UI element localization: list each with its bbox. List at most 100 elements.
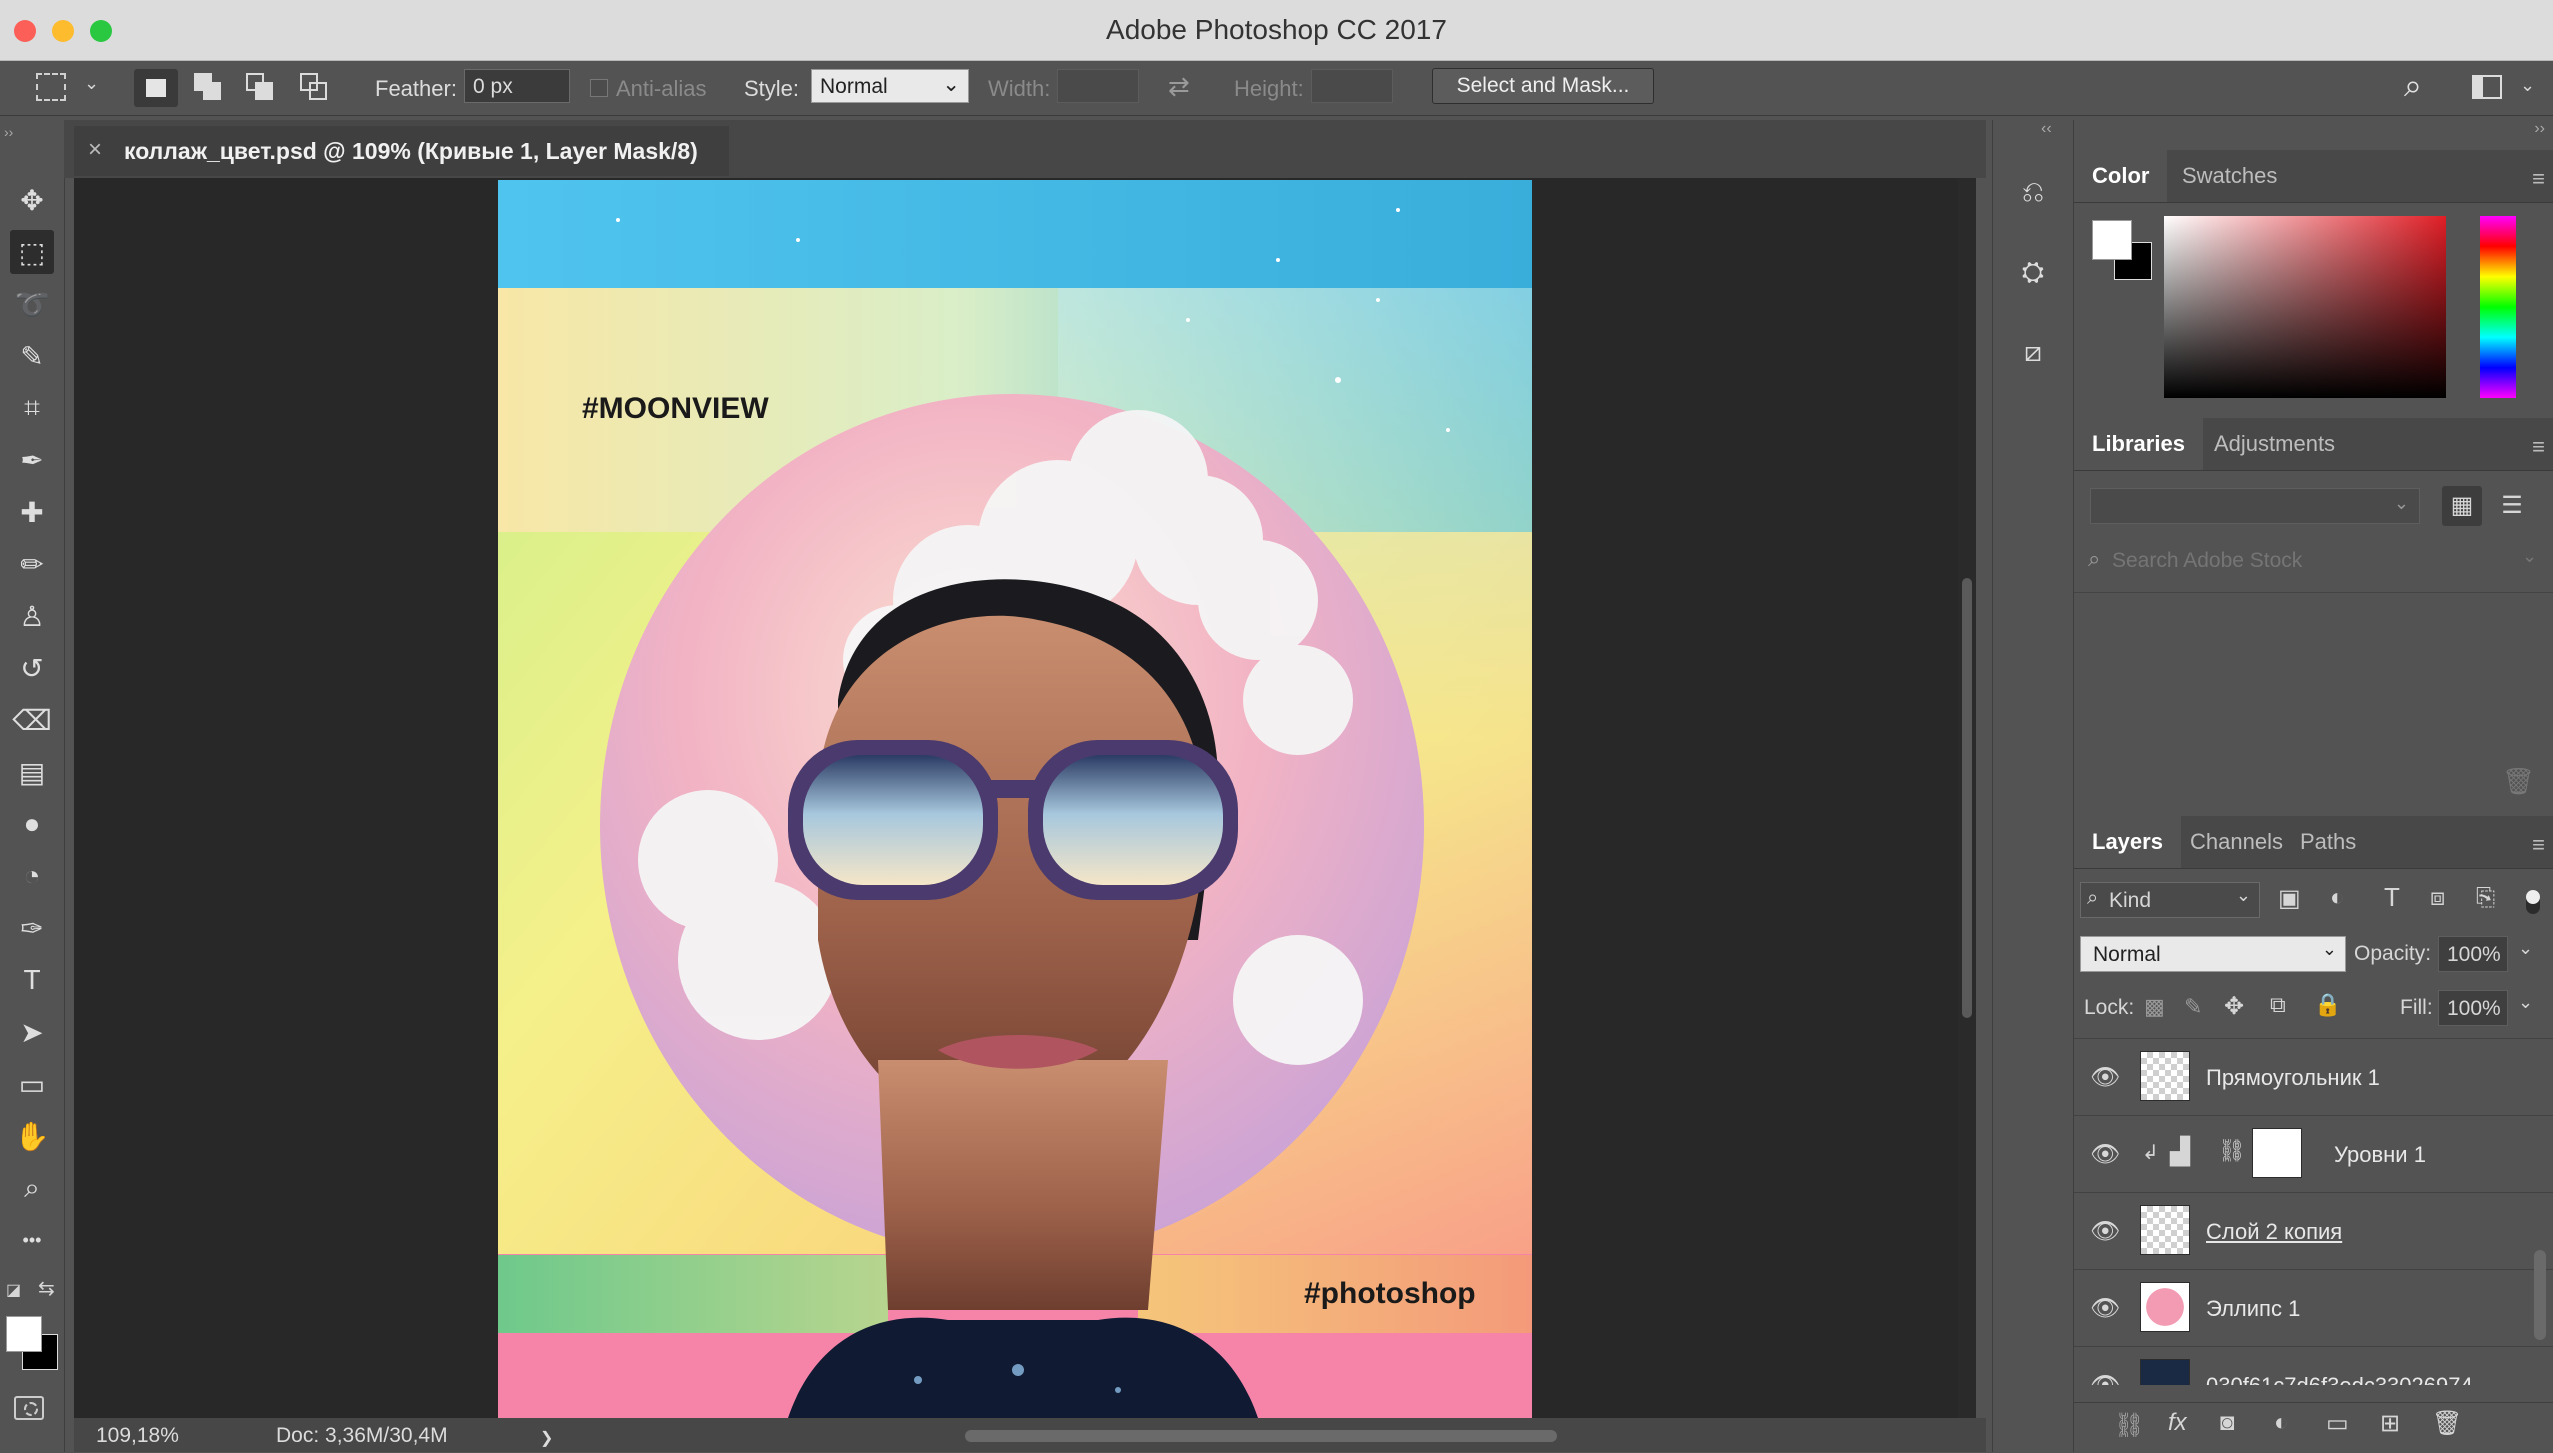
chevron-down-icon[interactable]: ⌄ <box>84 73 99 94</box>
lasso-tool[interactable]: ➰ <box>10 282 54 326</box>
pen-tool[interactable]: ✑ <box>10 906 54 950</box>
select-and-mask-button[interactable]: Select and Mask... <box>1432 68 1654 104</box>
style-select[interactable]: Normal ⌄ <box>811 69 969 103</box>
chevron-down-icon[interactable]: ⌄ <box>2522 546 2537 567</box>
layer-row[interactable]: 👁 030f61c7d6f3edc33026974... <box>2074 1347 2553 1385</box>
tab-adjustments[interactable]: Adjustments <box>2196 418 2353 470</box>
layers-scrollbar[interactable] <box>2534 1250 2546 1340</box>
feather-input[interactable]: 0 px <box>464 69 570 103</box>
expand-panels-icon[interactable]: ›› <box>2534 120 2545 138</box>
default-colors-icon[interactable]: ◪ <box>6 1280 21 1300</box>
height-input[interactable] <box>1311 69 1393 103</box>
lock-transparent-icon[interactable]: ▩ <box>2144 994 2165 1020</box>
vertical-scrollbar[interactable] <box>1958 178 1976 1418</box>
clone-stamp-tool[interactable]: ♙ <box>10 594 54 638</box>
visibility-eye-icon[interactable]: 👁 <box>2090 1063 2120 1092</box>
layer-row[interactable]: 👁 Прямоугольник 1 <box>2074 1039 2553 1116</box>
visibility-eye-icon[interactable]: 👁 <box>2090 1140 2120 1169</box>
visibility-eye-icon[interactable]: 👁 <box>2090 1371 2120 1385</box>
crop-tool[interactable]: ⌗ <box>10 386 54 430</box>
quick-mask-icon[interactable] <box>14 1396 44 1420</box>
more-tools[interactable]: ••• <box>10 1218 54 1262</box>
subtract-from-selection-icon[interactable] <box>246 73 276 103</box>
vertical-scroll-thumb[interactable] <box>1962 578 1972 1018</box>
add-mask-icon[interactable]: ◙ <box>2220 1409 2235 1437</box>
eyedropper-tool[interactable]: ✒ <box>10 438 54 482</box>
tab-libraries[interactable]: Libraries <box>2074 418 2203 470</box>
zoom-tool[interactable]: ⌕ <box>10 1166 54 1210</box>
visibility-eye-icon[interactable]: 👁 <box>2090 1217 2120 1246</box>
tab-swatches[interactable]: Swatches <box>2164 150 2295 202</box>
add-to-selection-icon[interactable] <box>194 73 224 103</box>
swap-colors-icon[interactable]: ⇆ <box>38 1276 55 1301</box>
collapse-dock-icon[interactable]: ‹‹ <box>2041 120 2052 138</box>
intersect-selection-icon[interactable] <box>300 73 330 103</box>
quick-selection-tool[interactable]: ✎ <box>10 334 54 378</box>
lock-pixels-icon[interactable]: ✎ <box>2184 994 2202 1020</box>
trash-icon[interactable]: 🗑 <box>2502 766 2535 797</box>
move-tool[interactable]: ✥ <box>10 178 54 222</box>
chevron-down-icon[interactable]: ⌄ <box>2518 992 2533 1013</box>
color-field[interactable] <box>2164 216 2446 398</box>
shape-filter-icon[interactable]: ⧈ <box>2430 884 2445 912</box>
gradient-tool[interactable]: ▤ <box>10 750 54 794</box>
panel-menu-icon[interactable]: ≡ <box>2532 166 2545 192</box>
list-view-icon[interactable]: ☰ <box>2492 486 2532 526</box>
grid-view-icon[interactable]: ▦ <box>2442 486 2482 526</box>
hue-slider[interactable] <box>2480 216 2516 398</box>
filter-kind-select[interactable]: ⌕ Kind ⌄ <box>2080 882 2260 918</box>
fill-input[interactable]: 100% <box>2438 990 2508 1026</box>
type-filter-icon[interactable]: T <box>2384 882 2400 913</box>
layer-row[interactable]: 👁 ↲ ▟ ⛓ Уровни 1 <box>2074 1116 2553 1193</box>
width-input[interactable] <box>1057 69 1139 103</box>
rectangle-tool[interactable]: ▭ <box>10 1062 54 1106</box>
lock-position-icon[interactable]: ✥ <box>2224 992 2244 1021</box>
expand-panel-icon[interactable]: ›› <box>4 124 13 140</box>
blend-mode-select[interactable]: Normal ⌄ <box>2080 936 2346 972</box>
tab-color[interactable]: Color <box>2074 150 2168 202</box>
workspace-switcher-icon[interactable] <box>2472 75 2502 99</box>
panel-menu-icon[interactable]: ≡ <box>2532 434 2545 460</box>
chevron-down-icon[interactable]: ⌄ <box>2520 75 2535 96</box>
link-layers-icon[interactable]: ⛓ <box>2114 1411 2144 1440</box>
tab-paths[interactable]: Paths <box>2282 816 2374 868</box>
layer-mask-thumbnail[interactable] <box>2252 1128 2302 1178</box>
layer-row[interactable]: 👁 Эллипс 1 <box>2074 1270 2553 1347</box>
eraser-tool[interactable]: ⌫ <box>10 698 54 742</box>
new-layer-icon[interactable]: ⊞ <box>2380 1409 2400 1438</box>
path-selection-tool[interactable]: ➤ <box>10 1010 54 1054</box>
filter-toggle[interactable] <box>2526 890 2540 914</box>
lock-all-icon[interactable]: 🔒 <box>2314 992 2341 1018</box>
delete-layer-icon[interactable]: 🗑 <box>2432 1409 2462 1438</box>
hand-tool[interactable]: ✋ <box>10 1114 54 1158</box>
pixel-filter-icon[interactable]: ▣ <box>2278 884 2301 913</box>
status-menu-arrow[interactable]: ❯ <box>540 1428 553 1448</box>
new-selection-icon[interactable] <box>134 69 178 107</box>
chevron-down-icon[interactable]: ⌄ <box>2518 938 2533 959</box>
antialias-checkbox[interactable] <box>590 79 608 97</box>
type-tool[interactable]: T <box>10 958 54 1002</box>
brush-tool[interactable]: ✏ <box>10 542 54 586</box>
horizontal-scroll-thumb[interactable] <box>965 1430 1557 1442</box>
close-tab-icon[interactable]: × <box>88 136 102 164</box>
marquee-preset-icon[interactable] <box>36 73 66 101</box>
properties-icon[interactable]: ⧄ <box>2011 330 2055 374</box>
smart-object-filter-icon[interactable]: ⎘ <box>2476 884 2495 912</box>
new-adjustment-icon[interactable]: ◐ <box>2274 1409 2289 1437</box>
new-group-icon[interactable]: ▭ <box>2326 1409 2349 1438</box>
stock-search-input[interactable] <box>2110 544 2514 578</box>
foreground-color-swatch[interactable] <box>6 1316 42 1352</box>
swap-dimensions-icon[interactable]: ⇄ <box>1168 71 1190 102</box>
layer-style-icon[interactable]: fx <box>2168 1409 2187 1437</box>
dodge-tool[interactable]: ◔ <box>10 854 54 898</box>
visibility-eye-icon[interactable]: 👁 <box>2090 1294 2120 1323</box>
panel-menu-icon[interactable]: ≡ <box>2532 832 2545 858</box>
library-select[interactable]: ⌄ <box>2090 488 2420 524</box>
search-icon[interactable]: ⌕ <box>2404 67 2422 105</box>
opacity-input[interactable]: 100% <box>2438 936 2508 972</box>
adjustment-filter-icon[interactable]: ◐ <box>2330 884 2345 912</box>
zoom-level[interactable]: 109,18% <box>96 1424 179 1448</box>
layer-row[interactable]: 👁 Слой 2 копия <box>2074 1193 2553 1270</box>
tab-layers[interactable]: Layers <box>2074 816 2181 868</box>
healing-brush-tool[interactable]: ✚ <box>10 490 54 534</box>
